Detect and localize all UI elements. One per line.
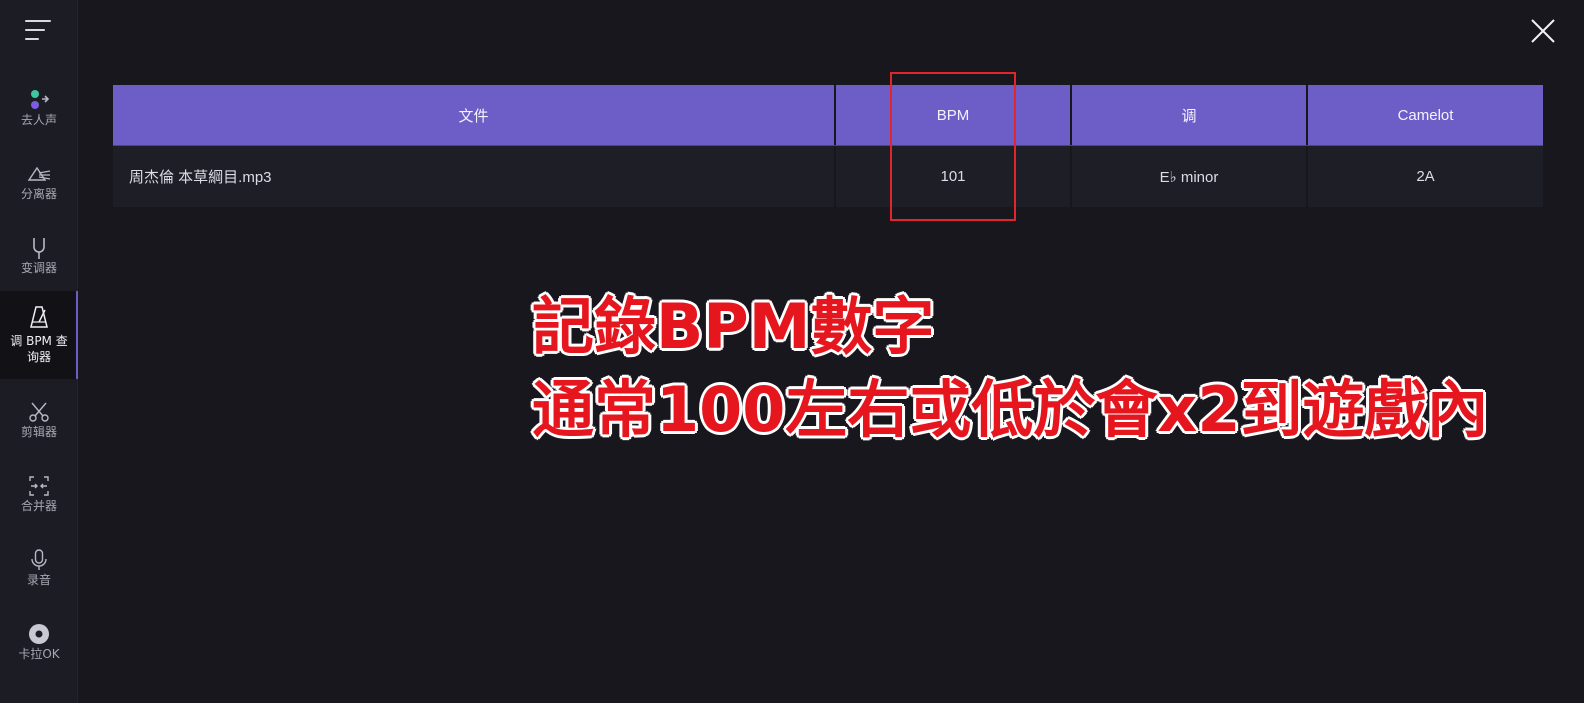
menu-icon[interactable] — [25, 18, 51, 42]
cell-bpm: 101 — [836, 146, 1072, 207]
annotation-line-1: 記錄BPM數字 — [531, 290, 935, 364]
sidebar-item-label: 去人声 — [20, 113, 57, 127]
table-row[interactable]: 周杰倫 本草綱目.mp3 101 E♭ minor 2A — [113, 146, 1543, 207]
column-header-camelot[interactable]: Camelot — [1308, 85, 1543, 145]
column-header-key[interactable]: 调 — [1072, 85, 1308, 145]
sidebar-item-label: 变调器 — [20, 261, 57, 275]
microphone-icon — [31, 549, 47, 570]
table-header: 文件 BPM 调 Camelot — [113, 85, 1543, 146]
annotation-line-2: 通常100左右或低於會x2到遊戲內 — [531, 373, 1490, 447]
sidebar-item-joiner[interactable]: 合并器 — [0, 466, 78, 540]
metronome-icon — [30, 306, 48, 328]
sidebar-item-bpm-finder[interactable]: 调 BPM 查 询器 — [0, 291, 78, 379]
tuning-fork-icon — [33, 238, 45, 259]
prism-splitter-icon — [27, 166, 51, 181]
cell-file-name: 周杰倫 本草綱目.mp3 — [113, 146, 836, 207]
cell-key: E♭ minor — [1072, 146, 1308, 207]
sidebar-item-label: 分离器 — [20, 187, 57, 201]
scissors-icon — [29, 402, 49, 422]
column-header-file[interactable]: 文件 — [113, 85, 836, 145]
sidebar-item-label: 合并器 — [20, 499, 57, 513]
sidebar-item-cutter[interactable]: 剪辑器 — [0, 392, 78, 466]
sidebar-item-recorder[interactable]: 录音 — [0, 540, 78, 614]
vocal-remover-icon — [31, 90, 50, 109]
sidebar-item-splitter[interactable]: 分离器 — [0, 154, 78, 228]
sidebar-item-label: 录音 — [26, 573, 51, 587]
merge-icon — [29, 476, 49, 496]
cell-camelot: 2A — [1416, 168, 1435, 185]
sidebar-item-label: 调 BPM 查 询器 — [10, 334, 68, 364]
close-icon[interactable] — [1530, 18, 1556, 44]
sidebar-item-karaoke[interactable]: 卡拉OK — [0, 614, 78, 688]
sidebar-item-label: 剪辑器 — [20, 425, 57, 439]
disc-icon — [29, 624, 49, 644]
sidebar-item-label: 卡拉OK — [18, 647, 60, 661]
column-header-bpm[interactable]: BPM — [836, 85, 1072, 145]
results-table: 文件 BPM 调 Camelot 周杰倫 本草綱目.mp3 101 E♭ min… — [113, 85, 1543, 207]
sidebar-item-vocal-remover[interactable]: 去人声 — [0, 80, 78, 154]
app-window: 去人声 分离器 变调器 调 BPM 查 询器 剪辑器 合并器 录音 卡拉OK 文… — [0, 0, 1584, 703]
sidebar: 去人声 分离器 变调器 调 BPM 查 询器 剪辑器 合并器 录音 卡拉OK — [0, 0, 78, 703]
